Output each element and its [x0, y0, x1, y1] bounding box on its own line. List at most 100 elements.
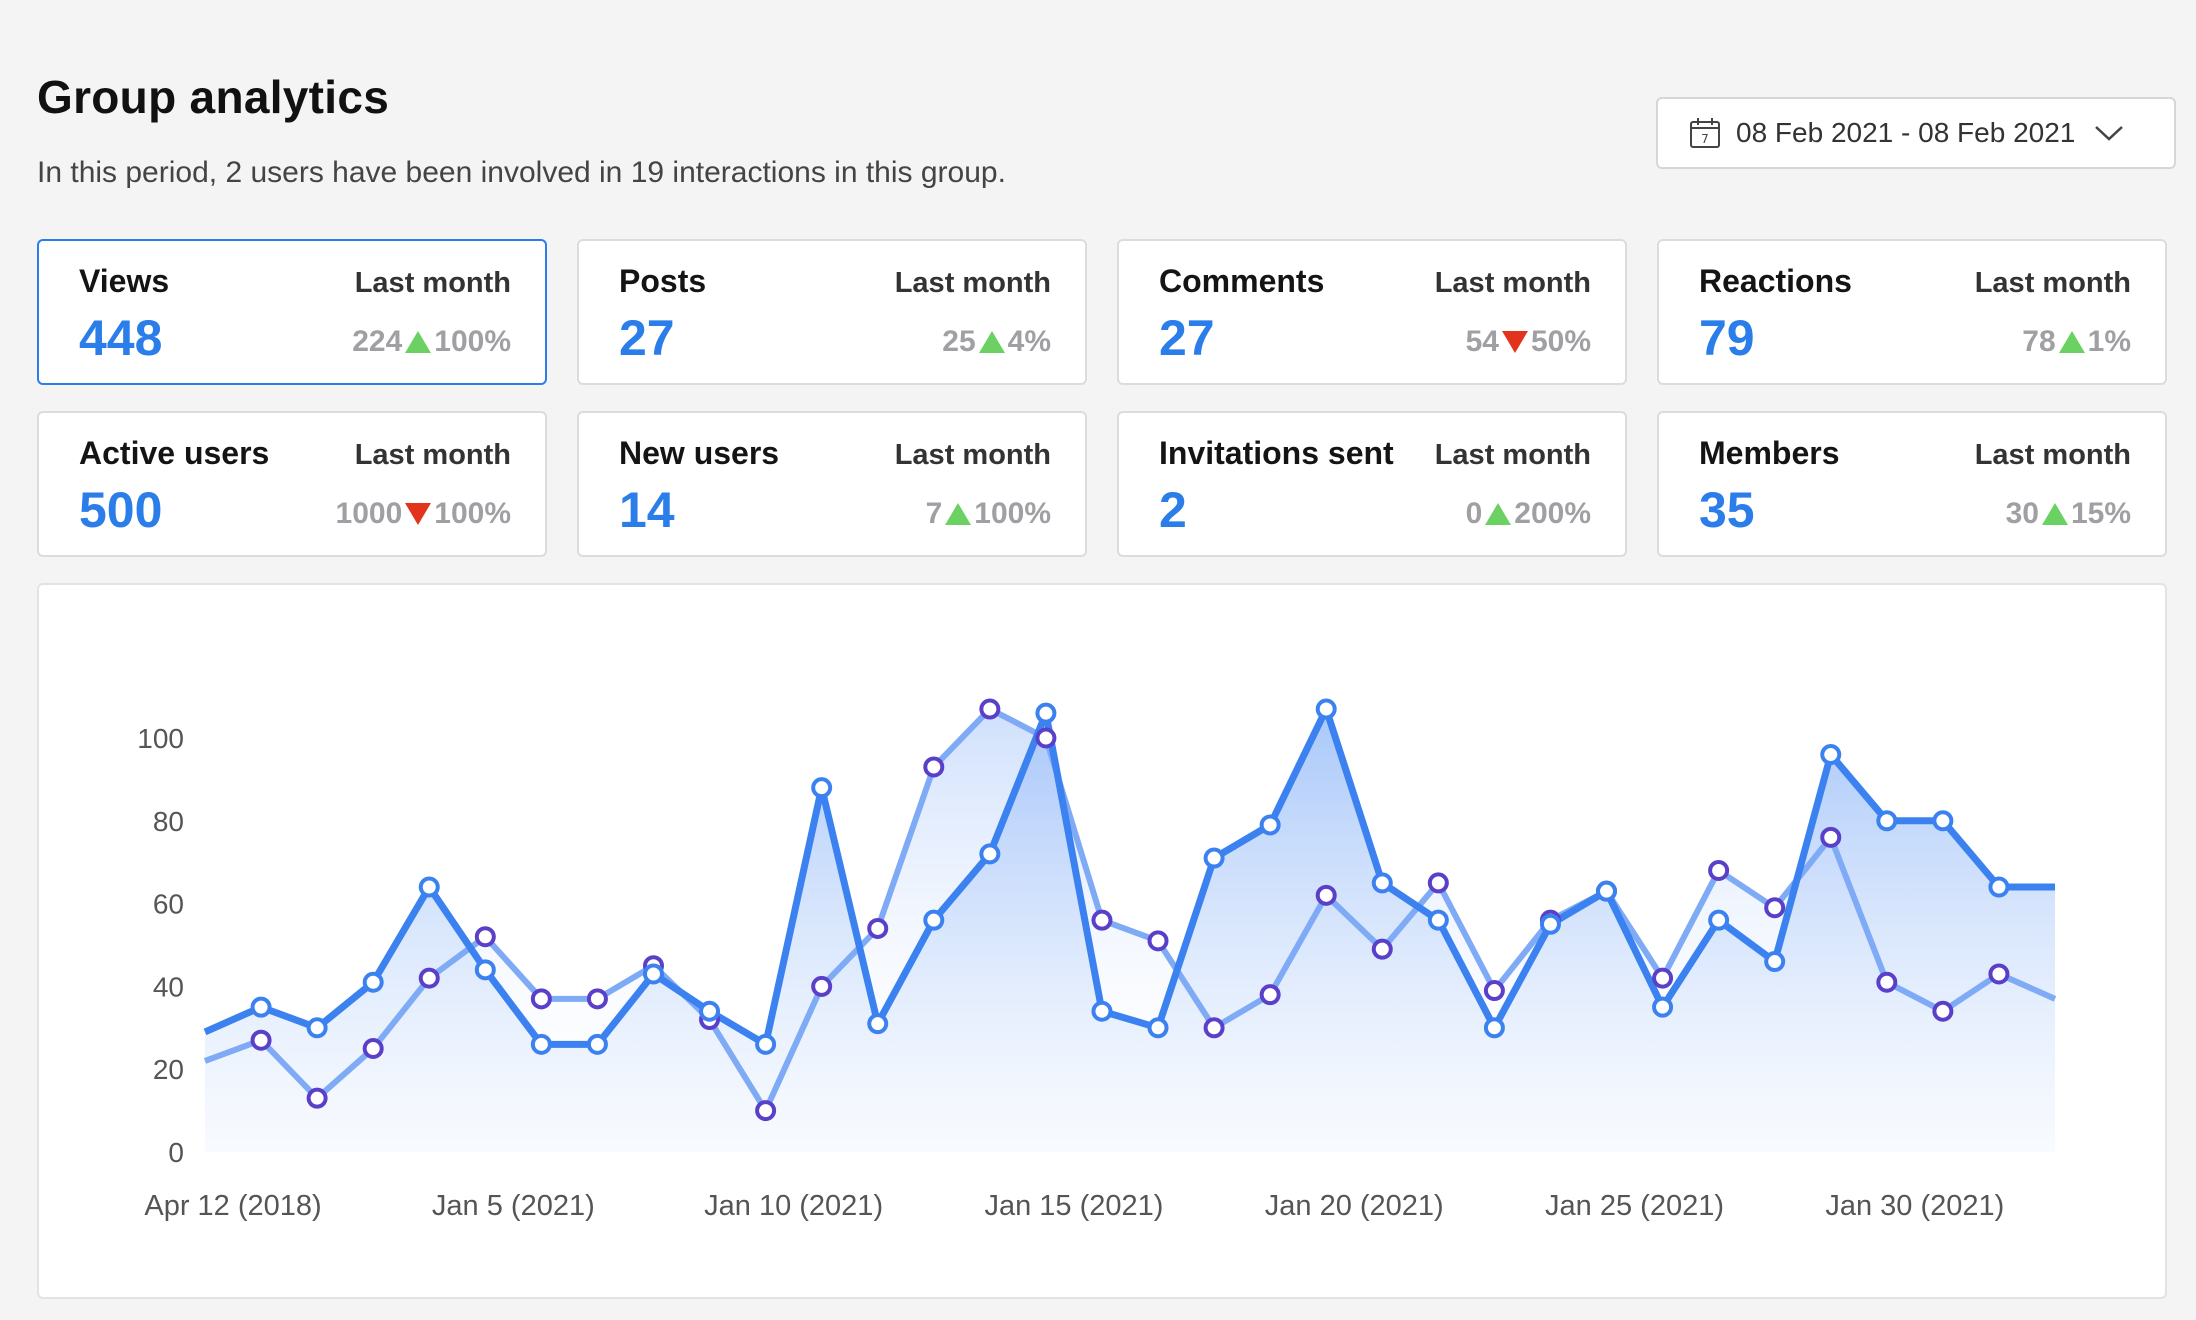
previous-value: 1000 — [335, 497, 403, 530]
page-subtitle: In this period, 2 users have been involv… — [37, 156, 1006, 189]
series-b-point[interactable] — [1708, 859, 1730, 881]
comparison: 78 1% — [2022, 325, 2131, 359]
chevron-down-icon — [2095, 126, 2124, 141]
last-month-label: Last month — [894, 439, 1051, 471]
metric-name: Posts — [619, 263, 707, 299]
series-a-point[interactable] — [1371, 872, 1393, 894]
comparison: 54 50% — [1466, 325, 1591, 359]
metric-name: Reactions — [1699, 263, 1852, 299]
metric-card-new-users[interactable]: New users 14 Last month 7 100% — [577, 411, 1087, 557]
metric-card-comments[interactable]: Comments 27 Last month 54 50% — [1117, 239, 1627, 385]
last-month-label: Last month — [1434, 439, 1591, 471]
metric-card-members[interactable]: Members 35 Last month 30 15% — [1657, 411, 2167, 557]
metric-card-reactions[interactable]: Reactions 79 Last month 78 1% — [1657, 239, 2167, 385]
metric-card-posts[interactable]: Posts 27 Last month 25 4% — [577, 239, 1087, 385]
svg-text:7: 7 — [1701, 132, 1709, 146]
series-a-point[interactable] — [1932, 810, 1954, 832]
series-b-point[interactable] — [755, 1100, 777, 1122]
comparison: 1000 100% — [336, 497, 511, 531]
series-b-point[interactable] — [1091, 909, 1113, 931]
series-b-point[interactable] — [1371, 938, 1393, 960]
metric-value: 500 — [79, 482, 163, 538]
previous-value: 0 — [1465, 497, 1483, 530]
last-month-label: Last month — [1974, 439, 2131, 471]
series-a-point[interactable] — [1988, 876, 2010, 898]
series-b-point[interactable] — [1932, 1000, 1954, 1022]
metric-card-views[interactable]: Views 448 Last month 224 100% — [37, 239, 547, 385]
series-b-point[interactable] — [1483, 980, 1505, 1002]
series-a-point[interactable] — [1652, 996, 1674, 1018]
trend-up-icon — [2058, 331, 2085, 353]
series-a-point[interactable] — [755, 1033, 777, 1055]
series-b-point[interactable] — [1764, 897, 1786, 919]
series-a-point[interactable] — [979, 843, 1001, 865]
series-a-point[interactable] — [1147, 1017, 1169, 1039]
previous-value: 54 — [1465, 325, 1499, 358]
page-title: Group analytics — [37, 71, 390, 123]
metric-card-invitations-sent[interactable]: Invitations sent 2 Last month 0 200% — [1117, 411, 1627, 557]
metric-value: 27 — [619, 310, 675, 366]
last-month-label: Last month — [354, 267, 511, 299]
series-b-point[interactable] — [474, 926, 496, 948]
series-b-point[interactable] — [979, 698, 1001, 720]
series-a-point[interactable] — [418, 876, 440, 898]
series-a-point[interactable] — [642, 963, 664, 985]
series-b-point[interactable] — [1147, 930, 1169, 952]
series-b-point[interactable] — [1876, 971, 1898, 993]
series-b-point[interactable] — [1427, 872, 1449, 894]
last-month-label: Last month — [1974, 267, 2131, 299]
series-b-point[interactable] — [1820, 826, 1842, 848]
metric-name: Views — [79, 263, 170, 299]
y-tick-label: 0 — [168, 1137, 184, 1168]
series-a-point[interactable] — [474, 959, 496, 981]
series-a-point[interactable] — [362, 971, 384, 993]
series-a-point[interactable] — [1596, 880, 1618, 902]
series-b-point[interactable] — [1203, 1017, 1225, 1039]
series-b-point[interactable] — [1652, 967, 1674, 989]
series-a-point[interactable] — [586, 1033, 608, 1055]
series-a-point[interactable] — [1708, 909, 1730, 931]
interactions-chart: 0 20 40 60 80 100 Apr 12 (2018) Jan 5 (2021) Jan… — [137, 698, 2057, 1222]
series-a-point[interactable] — [1203, 847, 1225, 869]
series-b-point[interactable] — [306, 1087, 328, 1109]
series-a-point[interactable] — [1764, 951, 1786, 973]
series-a-point[interactable] — [1539, 913, 1561, 935]
series-a-point[interactable] — [530, 1033, 552, 1055]
series-a-point[interactable] — [1876, 810, 1898, 832]
series-b-point[interactable] — [586, 988, 608, 1010]
series-a-point[interactable] — [811, 777, 833, 799]
series-a-point[interactable] — [306, 1017, 328, 1039]
series-a-point[interactable] — [867, 1013, 889, 1035]
series-b-point[interactable] — [867, 917, 889, 939]
series-b-point[interactable] — [362, 1038, 384, 1059]
date-range-picker[interactable]: 7 08 Feb 2021 - 08 Feb 2021 — [1656, 97, 2176, 169]
change-percent: 200% — [1514, 497, 1591, 530]
metric-card-active-users[interactable]: Active users 500 Last month 1000 100% — [37, 411, 547, 557]
series-a-point[interactable] — [1315, 698, 1337, 720]
series-b-point[interactable] — [923, 756, 945, 778]
series-b-point[interactable] — [1988, 963, 2010, 985]
series-a-point[interactable] — [250, 996, 272, 1018]
series-a-point[interactable] — [1091, 1000, 1113, 1022]
series-a-point[interactable] — [1035, 702, 1057, 724]
series-a-point[interactable] — [1427, 909, 1449, 931]
series-b-point[interactable] — [811, 975, 833, 997]
series-b-point[interactable] — [1035, 727, 1057, 749]
series-b-point[interactable] — [530, 988, 552, 1010]
series-a-point[interactable] — [923, 909, 945, 931]
series-b-point[interactable] — [1259, 984, 1281, 1006]
series-b-point[interactable] — [250, 1029, 272, 1051]
series-a-point[interactable] — [699, 1000, 721, 1022]
series-a-point[interactable] — [1259, 814, 1281, 836]
x-tick-label: Jan 10 (2021) — [704, 1190, 883, 1222]
series-b-point[interactable] — [1315, 884, 1337, 906]
comparison: 30 15% — [2006, 497, 2131, 531]
last-month-label: Last month — [1434, 267, 1591, 299]
metric-value: 448 — [79, 310, 163, 366]
metric-name: Active users — [79, 435, 270, 471]
metric-name: New users — [619, 435, 780, 471]
x-tick-label: Jan 5 (2021) — [432, 1190, 595, 1222]
series-b-point[interactable] — [418, 967, 440, 989]
series-a-point[interactable] — [1483, 1017, 1505, 1039]
series-a-point[interactable] — [1820, 744, 1842, 766]
